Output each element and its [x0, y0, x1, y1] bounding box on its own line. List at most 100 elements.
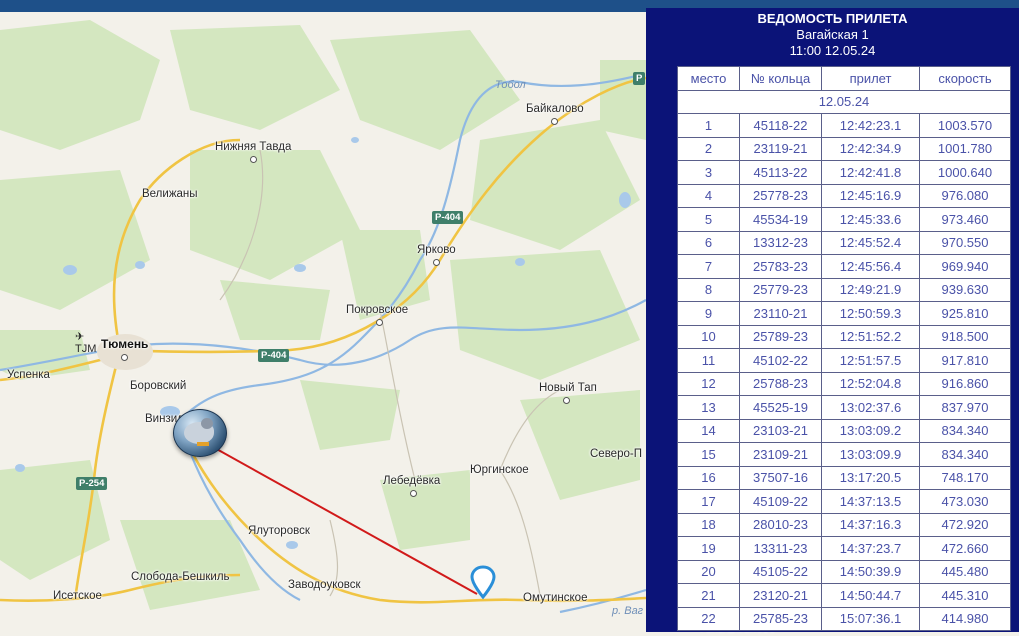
arrival-time-cell: 14:37:23.7	[821, 536, 920, 561]
speed-cell: 917.810	[919, 348, 1011, 373]
arrival-time-cell: 12:42:41.8	[821, 160, 920, 185]
place-cell: 3	[677, 160, 740, 185]
table-row: 16 37507-16 13:17:20.5 748.170	[677, 465, 1011, 490]
place-cell: 2	[677, 136, 740, 161]
table-row: 5 45534-19 12:45:33.6 973.460	[677, 207, 1011, 232]
arrival-time-cell: 12:45:33.6	[821, 207, 920, 232]
ring-number-cell: 37507-16	[739, 465, 822, 490]
arrival-time-cell: 13:17:20.5	[821, 465, 920, 490]
road-badge: Р-254	[76, 477, 108, 490]
place-cell: 14	[677, 418, 740, 443]
place-cell: 17	[677, 489, 740, 514]
ring-number-cell: 45534-19	[739, 207, 822, 232]
ring-number-cell: 25789-23	[739, 324, 822, 349]
place-cell: 7	[677, 254, 740, 279]
speed-cell: 970.550	[919, 230, 1011, 255]
place-cell: 13	[677, 395, 740, 420]
ring-number-cell: 45118-22	[739, 113, 822, 138]
speed-cell: 973.460	[919, 207, 1011, 232]
ring-number-cell: 25779-23	[739, 277, 822, 302]
place-label: Успенка	[7, 369, 50, 381]
table-row: 13 45525-19 13:02:37.6 837.970	[677, 395, 1011, 420]
place-label: Омутинское	[523, 592, 588, 604]
map-pin-icon[interactable]	[469, 565, 497, 601]
table-row: 9 23110-21 12:50:59.3 925.810	[677, 301, 1011, 326]
table-row: 17 45109-22 14:37:13.5 473.030	[677, 489, 1011, 514]
place-label: Ялуторовск	[248, 525, 310, 537]
table-row: 10 25789-23 12:51:52.2 918.500	[677, 324, 1011, 349]
place-cell: 16	[677, 465, 740, 490]
arrival-time-cell: 13:02:37.6	[821, 395, 920, 420]
speed-cell: 472.660	[919, 536, 1011, 561]
table-row: 14 23103-21 13:03:09.2 834.340	[677, 418, 1011, 443]
place-label: Новый Тап	[539, 382, 597, 408]
arrival-time-cell: 14:37:13.5	[821, 489, 920, 514]
arrival-time-cell: 13:03:09.2	[821, 418, 920, 443]
road-badge: Р-404	[432, 211, 464, 224]
arrival-time-cell: 12:45:56.4	[821, 254, 920, 279]
column-header: скорость	[919, 66, 1011, 91]
panel-location: Вагайская 1	[796, 27, 869, 42]
arrival-time-cell: 14:50:39.9	[821, 559, 920, 584]
speed-cell: 473.030	[919, 489, 1011, 514]
arrival-time-cell: 14:37:16.3	[821, 512, 920, 537]
ring-number-cell: 45113-22	[739, 160, 822, 185]
arrival-time-cell: 12:45:52.4	[821, 230, 920, 255]
place-cell: 22	[677, 606, 740, 631]
place-label: Боровский	[130, 380, 187, 392]
place-label: Ярково	[417, 244, 456, 270]
speed-cell: 748.170	[919, 465, 1011, 490]
place-label: Велижаны	[142, 188, 198, 200]
place-cell: 5	[677, 207, 740, 232]
place-cell: 9	[677, 301, 740, 326]
table-row: 1 45118-22 12:42:23.1 1003.570	[677, 113, 1011, 138]
place-label: Нижняя Тавда	[215, 141, 291, 167]
ring-number-cell: 13311-23	[739, 536, 822, 561]
arrival-time-cell: 12:52:04.8	[821, 371, 920, 396]
table-header-row: место № кольца прилет скорость	[677, 66, 1011, 91]
place-cell: 20	[677, 559, 740, 584]
table-row: 19 13311-23 14:37:23.7 472.660	[677, 536, 1011, 561]
table-row: 8 25779-23 12:49:21.9 939.630	[677, 277, 1011, 302]
table-row: 11 45102-22 12:51:57.5 917.810	[677, 348, 1011, 373]
arrival-time-cell: 12:45:16.9	[821, 183, 920, 208]
place-label: Юргинское	[470, 464, 529, 476]
ring-number-cell: 23120-21	[739, 583, 822, 608]
column-header: место	[677, 66, 740, 91]
ring-number-cell: 25778-23	[739, 183, 822, 208]
speed-cell: 414.980	[919, 606, 1011, 631]
pigeon-release-icon[interactable]	[173, 409, 227, 457]
place-cell: 21	[677, 583, 740, 608]
table-row: 15 23109-21 13:03:09.9 834.340	[677, 442, 1011, 467]
table-row: 6 13312-23 12:45:52.4 970.550	[677, 230, 1011, 255]
place-cell: 4	[677, 183, 740, 208]
place-cell: 10	[677, 324, 740, 349]
ring-number-cell: 23110-21	[739, 301, 822, 326]
table-row: 2 23119-21 12:42:34.9 1001.780	[677, 136, 1011, 161]
speed-cell: 834.340	[919, 418, 1011, 443]
column-header: прилет	[821, 66, 920, 91]
speed-cell: 1000.640	[919, 160, 1011, 185]
speed-cell: 837.970	[919, 395, 1011, 420]
arrival-time-cell: 12:42:23.1	[821, 113, 920, 138]
road-badge: Р	[633, 72, 646, 85]
arrival-time-cell: 12:51:52.2	[821, 324, 920, 349]
place-label-city: Тюмень	[101, 338, 148, 364]
place-cell: 18	[677, 512, 740, 537]
speed-cell: 834.340	[919, 442, 1011, 467]
ring-number-cell: 23119-21	[739, 136, 822, 161]
place-label: Заводоуковск	[288, 579, 361, 591]
speed-cell: 445.310	[919, 583, 1011, 608]
ring-number-cell: 45102-22	[739, 348, 822, 373]
speed-cell: 1003.570	[919, 113, 1011, 138]
place-cell: 11	[677, 348, 740, 373]
arrival-time-cell: 15:07:36.1	[821, 606, 920, 631]
ring-number-cell: 23109-21	[739, 442, 822, 467]
date-cell: 12.05.24	[677, 89, 1011, 114]
ring-number-cell: 25783-23	[739, 254, 822, 279]
river-label: р. Ваг	[612, 605, 644, 617]
airport-icon: ✈ TJM	[75, 331, 97, 355]
speed-cell: 918.500	[919, 324, 1011, 349]
arrival-time-cell: 12:49:21.9	[821, 277, 920, 302]
ring-number-cell: 23103-21	[739, 418, 822, 443]
